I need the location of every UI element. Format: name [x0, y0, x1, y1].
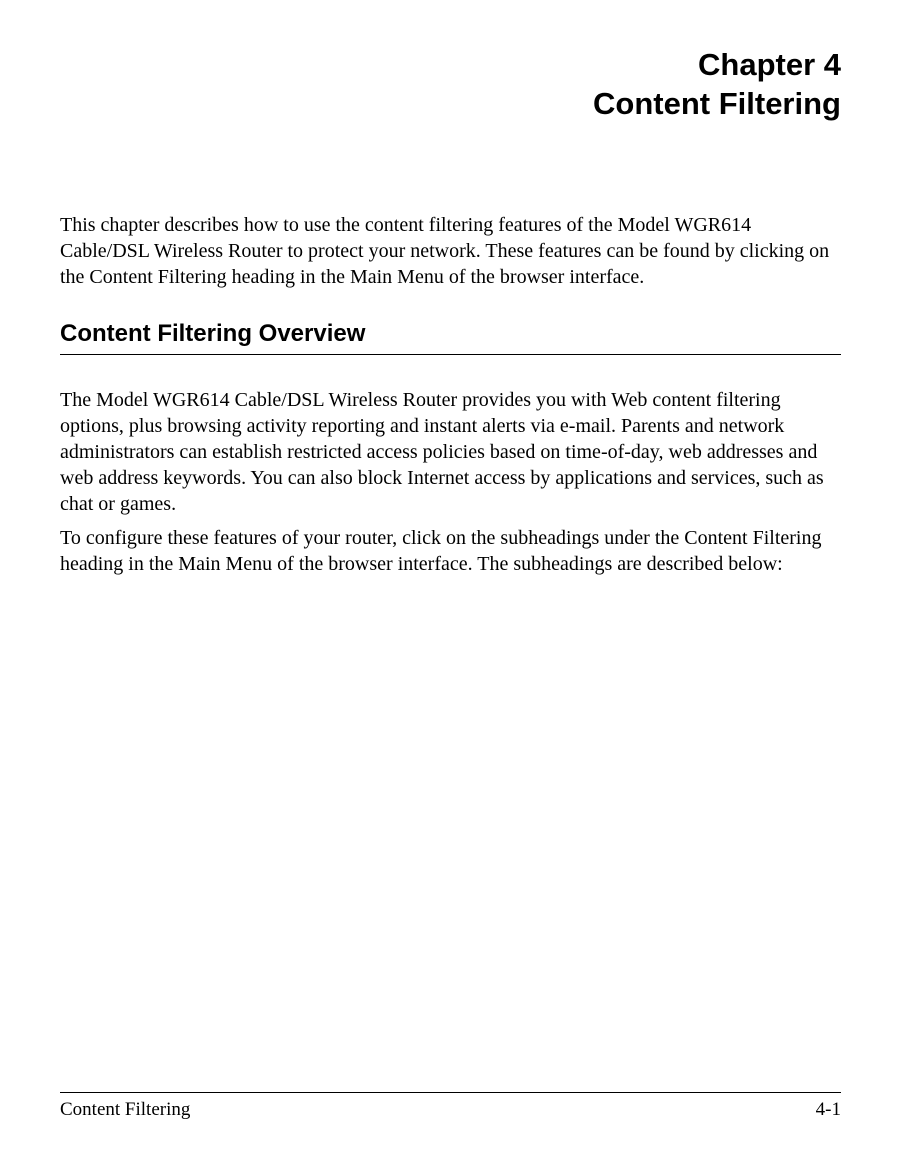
- intro-paragraph: This chapter describes how to use the co…: [60, 212, 841, 290]
- chapter-name: Content Filtering: [593, 86, 841, 121]
- footer-right: 4-1: [816, 1099, 841, 1121]
- page-footer: Content Filtering 4-1: [60, 1092, 841, 1121]
- footer-left: Content Filtering: [60, 1099, 190, 1121]
- chapter-number: Chapter 4: [698, 47, 841, 82]
- body-paragraph-1: The Model WGR614 Cable/DSL Wireless Rout…: [60, 387, 841, 517]
- chapter-title: Chapter 4 Content Filtering: [60, 46, 841, 124]
- body-paragraph-2: To configure these features of your rout…: [60, 525, 841, 577]
- section-heading: Content Filtering Overview: [60, 320, 841, 355]
- document-page: Chapter 4 Content Filtering This chapter…: [0, 0, 901, 1155]
